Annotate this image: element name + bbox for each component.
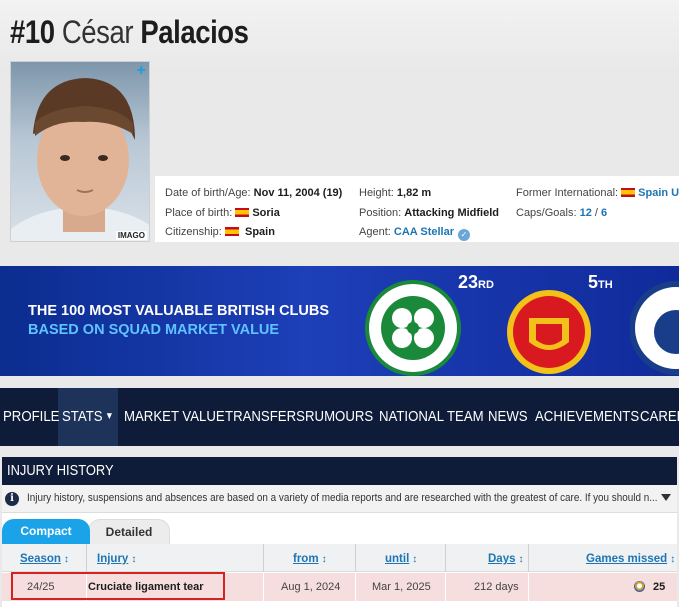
height-value: 1,82 m (396, 187, 432, 199)
position-label: Position: (359, 206, 402, 219)
injury-table-header: Season ↕ Injury ↕ from ↕ until ↕ Days ↕ Games… (2, 544, 677, 572)
tab-compact[interactable]: Compact (2, 519, 90, 544)
shirt-number: #10 (10, 14, 55, 50)
sort-icon: ↕ (63, 554, 69, 565)
info-icon: i (5, 492, 19, 506)
info-column-1: Date of birth/Age: Nov 11, 2004 (19) Pla… (165, 184, 342, 243)
caps-separator: / (591, 206, 602, 219)
sort-icon: ↕ (412, 554, 418, 565)
celtic-crest-icon (365, 280, 461, 376)
verified-icon: ✓ (457, 229, 470, 241)
add-photo-icon[interactable]: + (137, 62, 146, 80)
nav-transfers[interactable]: TRANSFERS (225, 388, 305, 446)
info-column-2: Height: 1,82 m Position: Attacking Midfi… (359, 184, 499, 243)
injury-notice-text: Injury history, suspensions and absences… (27, 492, 658, 504)
nav-national-team[interactable]: NATIONAL TEAM (379, 388, 484, 446)
main-nav: PROFILE STATS ▼ MARKET VALUE TRANSFERS R… (0, 388, 679, 446)
row-days: 212 days (474, 581, 519, 593)
row-until: Mar 1, 2025 (372, 581, 431, 593)
caps-link[interactable]: 12 (580, 207, 592, 219)
ad-banner[interactable]: THE 100 MOST VALUABLE BRITISH CLUBS BASE… (0, 266, 679, 376)
col-games-missed[interactable]: Games missed ↕ (586, 544, 675, 572)
pob-value: Soria (252, 206, 280, 219)
expand-caret-icon[interactable] (661, 494, 671, 501)
dob-value[interactable]: Nov 11, 2004 (19) (254, 187, 343, 199)
cell-divider (263, 573, 264, 601)
sort-icon: ↕ (131, 554, 137, 565)
nav-stats-dropdown-icon[interactable]: ▼ (105, 388, 114, 446)
dob-label: Date of birth/Age: (165, 187, 251, 199)
player-info-panel: Date of birth/Age: Nov 11, 2004 (19) Pla… (155, 176, 679, 242)
caps-goals-label: Caps/Goals: (516, 206, 577, 219)
player-photo-image (11, 78, 149, 241)
spain-flag-icon (235, 207, 250, 217)
sort-icon: ↕ (518, 554, 524, 565)
cell-divider (528, 573, 529, 601)
nav-achievements[interactable]: ACHIEVEMENTS (535, 388, 639, 446)
citizenship-label: Citizenship: (165, 226, 222, 238)
banner-subline: BASED ON SQUAD MARKET VALUE (28, 322, 280, 338)
cell-divider (445, 573, 446, 601)
spain-flag-icon (224, 227, 239, 236)
agent-link[interactable]: CAA Stellar (394, 226, 454, 238)
agent-label: Agent: (359, 226, 391, 238)
player-page: #10 César Palacios + IMAGO Date of birth… (0, 0, 679, 607)
pob-label: Place of birth: (165, 206, 233, 219)
former-international-link[interactable]: Spain U (638, 187, 679, 199)
column-divider (86, 544, 87, 572)
first-name: César (61, 14, 134, 50)
col-from[interactable]: from ↕ (293, 544, 327, 572)
real-madrid-club-icon[interactable] (634, 581, 645, 592)
player-photo[interactable]: + IMAGO (10, 61, 150, 242)
nav-rumours[interactable]: RUMOURS (305, 388, 373, 446)
info-column-3: Former International: Spain U Caps/Goals… (516, 184, 679, 223)
nav-market-value[interactable]: MARKET VALUE (124, 388, 225, 446)
player-header: #10 César Palacios + IMAGO Date of birth… (0, 0, 679, 256)
position-value: Attacking Midfield (404, 206, 499, 219)
goals-link[interactable]: 6 (601, 207, 607, 219)
photo-credit: IMAGO (115, 231, 147, 240)
player-title: #10 César Palacios (10, 14, 249, 51)
row-games-missed[interactable]: 25 (634, 573, 665, 601)
banner-headline: THE 100 MOST VALUABLE BRITISH CLUBS (28, 303, 330, 319)
spain-flag-icon (621, 188, 636, 197)
injury-history-title: INJURY HISTORY (7, 462, 114, 479)
injury-tabs: Detailed Compact (2, 519, 677, 544)
column-divider (528, 544, 529, 572)
height-label: Height: (359, 187, 394, 199)
col-days[interactable]: Days ↕ (488, 544, 524, 572)
injury-notice[interactable]: i Injury history, suspensions and absenc… (2, 485, 677, 513)
nav-news[interactable]: NEWS (488, 388, 528, 446)
manchester-united-crest-icon (507, 290, 591, 374)
citizenship-value[interactable]: Spain (245, 226, 275, 238)
nav-profile[interactable]: PROFILE (3, 388, 59, 446)
column-divider (263, 544, 264, 572)
col-season[interactable]: Season ↕ (20, 544, 69, 572)
nav-career[interactable]: CAREE (640, 388, 679, 446)
row-from: Aug 1, 2024 (281, 581, 341, 593)
tab-detailed[interactable]: Detailed (88, 519, 170, 544)
col-until[interactable]: until ↕ (385, 544, 417, 572)
column-divider (355, 544, 356, 572)
cell-divider (355, 573, 356, 601)
col-injury[interactable]: Injury ↕ (97, 544, 136, 572)
last-name: Palacios (140, 14, 249, 50)
former-international-label: Former International: (516, 187, 619, 199)
sort-icon: ↕ (670, 554, 676, 565)
row-highlight-box (11, 572, 225, 600)
column-divider (445, 544, 446, 572)
birmingham-crest-icon (630, 281, 679, 375)
sort-icon: ↕ (321, 554, 327, 565)
injury-history-header: INJURY HISTORY (2, 457, 677, 485)
nav-stats[interactable]: STATS (62, 388, 103, 446)
